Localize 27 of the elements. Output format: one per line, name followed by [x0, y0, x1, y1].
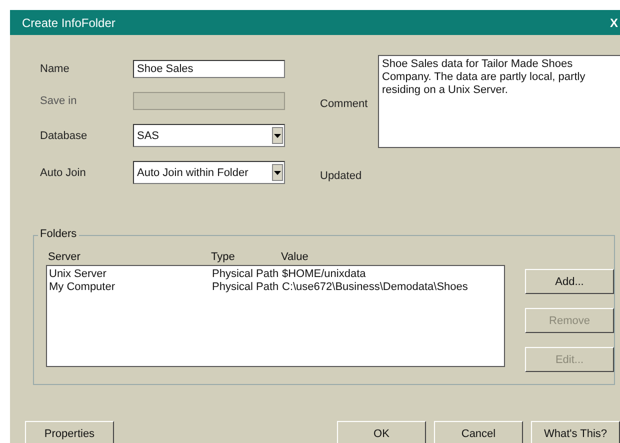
table-cell-text: Unix Server: [49, 268, 108, 281]
dialog-button[interactable]: What's This?: [531, 421, 620, 443]
dropdown-field[interactable]: Auto Join within Folder: [133, 161, 285, 184]
field-label: Save in: [40, 94, 78, 109]
dialog-button[interactable]: Cancel: [434, 421, 523, 443]
field-label: Auto Join: [40, 166, 87, 180]
close-button[interactable]: X: [610, 16, 620, 30]
table-cell-text: $HOME/unixdata: [282, 268, 367, 281]
column-header: Value: [281, 251, 310, 263]
dialog-button[interactable]: Properties: [25, 421, 114, 443]
field-label: Comment: [320, 97, 369, 112]
dropdown-field[interactable]: SAS: [133, 124, 285, 147]
field-label: Database: [40, 128, 88, 144]
group-title: Folders: [38, 228, 79, 240]
side-button[interactable]: Add...: [525, 269, 614, 294]
dialog-button[interactable]: OK: [337, 421, 426, 443]
table-cell-text: C:\use672\Business\Demodata\Shoes: [282, 281, 469, 294]
table-cell-text: My Computer: [49, 281, 116, 294]
table-cell-text: Physical Path: [212, 281, 280, 294]
window-title: Create InfoFolder: [22, 16, 116, 30]
column-header: Type: [211, 251, 236, 263]
column-header: Server: [48, 251, 82, 263]
input-field[interactable]: Shoe Sales: [133, 60, 285, 78]
table-cell-text: Physical Path: [212, 268, 280, 281]
field-label: Name: [40, 62, 70, 77]
field-label: Updated: [320, 170, 363, 182]
comment-field[interactable]: Shoe Sales data for Tailor Made Shoes Company. The data are partly local, partly residing on a Unix Server.: [378, 55, 620, 148]
